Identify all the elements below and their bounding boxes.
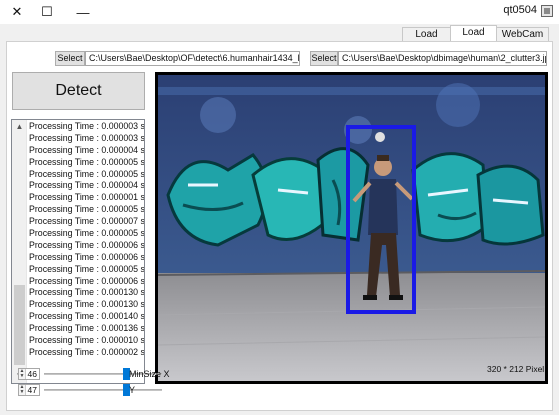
- title-bar: ✕ ☐ — qt0504: [0, 0, 559, 24]
- list-item[interactable]: Processing Time : 0.000002 s: [29, 347, 144, 359]
- list-item[interactable]: Processing Time : 0.000005 s: [29, 264, 144, 276]
- cascade-path-field[interactable]: C:\Users\Bae\Desktop\OF\detect\6.humanha…: [85, 51, 300, 66]
- minimize-button[interactable]: —: [66, 0, 100, 24]
- loaded-image: [158, 75, 545, 381]
- list-item[interactable]: Processing Time : 0.000140 s: [29, 311, 144, 323]
- vertical-scrollbar[interactable]: ▲ ▼: [12, 120, 27, 383]
- minsize-y-slider[interactable]: [44, 389, 162, 391]
- close-button[interactable]: ✕: [0, 0, 34, 24]
- tab-load-video[interactable]: Load Video: [402, 27, 451, 54]
- list-item[interactable]: Processing Time : 0.000006 s: [29, 240, 144, 252]
- spin-arrows-icon[interactable]: ▲ ▼: [19, 369, 26, 379]
- minsize-x-label: MinSize X: [129, 369, 170, 379]
- app-icon: [541, 5, 553, 17]
- close-icon: ✕: [11, 4, 23, 19]
- maximize-icon: ☐: [41, 4, 53, 19]
- tab-load-image[interactable]: Load Image: [450, 25, 497, 52]
- list-item[interactable]: Processing Time : 0.000004 s: [29, 180, 144, 192]
- list-items: Processing Time : 0.000003 s Processing T…: [29, 121, 144, 359]
- image-select-button[interactable]: Select: [310, 51, 338, 66]
- main-window: WebCam Load Image Load Video C:\Users\Ba…: [0, 24, 559, 415]
- list-item[interactable]: Processing Time : 0.000003 s: [29, 133, 144, 145]
- list-item[interactable]: Processing Time : 0.000005 s: [29, 228, 144, 240]
- maximize-button[interactable]: ☐: [30, 0, 64, 24]
- list-item[interactable]: Processing Time : 0.000005 s: [29, 169, 144, 181]
- list-item[interactable]: Processing Time : 0.000010 s: [29, 335, 144, 347]
- list-item[interactable]: Processing Time : 0.000130 s: [29, 299, 144, 311]
- detect-button[interactable]: Detect: [12, 72, 145, 110]
- list-item[interactable]: Processing Time : 0.000136 s: [29, 323, 144, 335]
- list-item[interactable]: Processing Time : 0.000130 s: [29, 287, 144, 299]
- list-item[interactable]: Processing Time : 0.000007 s: [29, 216, 144, 228]
- minsize-x-spinbox[interactable]: ▲ ▼ 46: [18, 368, 40, 380]
- minsize-y-spinbox[interactable]: ▲ ▼ 47: [18, 384, 40, 396]
- graffiti-scene-image: [158, 75, 545, 381]
- processing-time-list[interactable]: ▲ ▼ Processing Time : 0.000003 sProcessi…: [11, 119, 145, 384]
- image-size-label: 320 * 212 Pixel: [487, 364, 545, 374]
- list-item[interactable]: Processing Time : 0.000006 s: [29, 276, 144, 288]
- tab-webcam[interactable]: WebCam: [496, 27, 549, 42]
- scroll-thumb[interactable]: [14, 285, 25, 365]
- list-item[interactable]: Processing Time : 0.000004 s: [29, 145, 144, 157]
- cascade-select-button[interactable]: Select: [55, 51, 85, 66]
- spin-arrows-icon[interactable]: ▲ ▼: [19, 385, 26, 395]
- list-item[interactable]: Processing Time : 0.000001 s: [29, 192, 144, 204]
- scroll-up-icon[interactable]: ▲: [12, 120, 27, 134]
- list-item[interactable]: Processing Time : 0.000006 s: [29, 252, 144, 264]
- image-view: [155, 72, 548, 384]
- window-title: qt0504: [503, 4, 537, 16]
- list-item[interactable]: Processing Time : 0.000003 s: [29, 121, 144, 133]
- image-path-field[interactable]: C:\Users\Bae\Desktop\dbimage\human\2_clu…: [338, 51, 547, 66]
- minsize-y-label: Y: [129, 385, 136, 395]
- list-item[interactable]: Processing Time : 0.000005 s: [29, 157, 144, 169]
- minimize-icon: —: [76, 4, 90, 20]
- list-item[interactable]: Processing Time : 0.000005 s: [29, 204, 144, 216]
